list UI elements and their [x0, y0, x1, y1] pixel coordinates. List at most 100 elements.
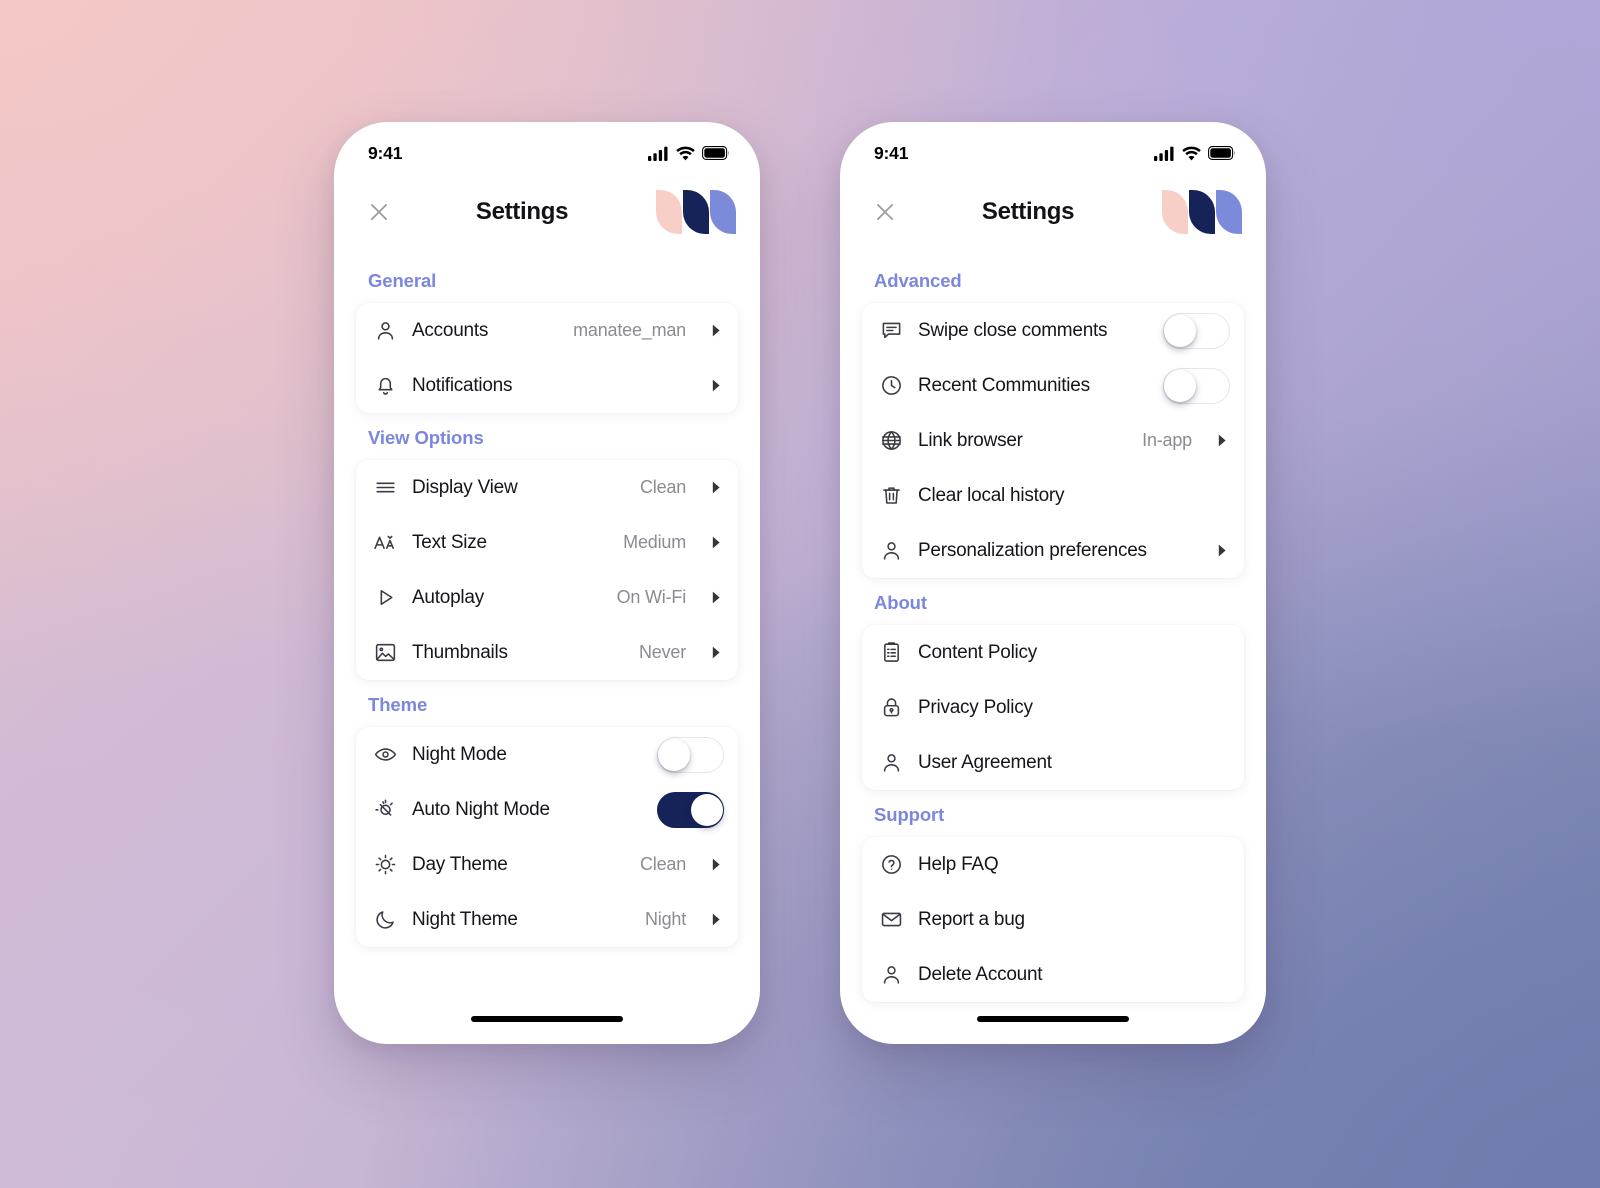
settings-row-label: Swipe close comments [918, 319, 1108, 341]
toggle-night-mode[interactable] [657, 736, 724, 773]
sun-icon [372, 852, 398, 878]
section-header-about: About [874, 592, 927, 613]
settings-row-personalization-preferences[interactable]: Personalization preferences [862, 523, 1244, 578]
settings-row-content-policy[interactable]: Content Policy [862, 625, 1244, 680]
phone-right: 9:41 Settings Advanced Swipe close comments… [840, 122, 1266, 1044]
toggle-swipe-close-comments[interactable] [1163, 312, 1230, 349]
person-icon [878, 962, 904, 988]
settings-row-thumbnails[interactable]: Thumbnails Never [356, 625, 738, 680]
trash-icon [878, 483, 904, 509]
chevron-right-icon [708, 324, 724, 337]
toggle-recent-communities[interactable] [1163, 367, 1230, 404]
wifi-icon [1182, 146, 1201, 160]
settings-row-label: Help FAQ [918, 853, 999, 875]
settings-row-clear-local-history[interactable]: Clear local history [862, 468, 1244, 523]
app-header: Settings [840, 176, 1266, 248]
app-logo [656, 190, 738, 234]
battery-icon [702, 146, 730, 160]
phone-left: 9:41 Settings General Accounts manatee_man No… [334, 122, 760, 1044]
question-icon [878, 852, 904, 878]
settings-row-label: Report a bug [918, 908, 1025, 930]
toggle-knob [658, 738, 690, 771]
cellular-signal-icon [648, 146, 669, 161]
home-indicator [977, 1016, 1129, 1022]
envelope-icon [878, 907, 904, 933]
status-icons [648, 146, 730, 161]
status-icons [1154, 146, 1236, 161]
settings-scroll[interactable]: General Accounts manatee_man Notifications V… [334, 248, 760, 1044]
play-icon [372, 585, 398, 611]
settings-row-delete-account[interactable]: Delete Account [862, 947, 1244, 1002]
chevron-right-icon [1214, 434, 1230, 447]
battery-icon [702, 146, 730, 160]
settings-row-link-browser[interactable]: Link browser In-app [862, 413, 1244, 468]
cellular-signal-icon [1154, 146, 1175, 161]
settings-row-label: Privacy Policy [918, 696, 1033, 718]
app-logo [1162, 190, 1244, 234]
settings-row-day-theme[interactable]: Day Theme Clean [356, 837, 738, 892]
wifi-icon [1182, 146, 1201, 161]
status-time: 9:41 [874, 142, 909, 163]
list-lines-icon [372, 475, 398, 501]
settings-row-display-view[interactable]: Display View Clean [356, 460, 738, 515]
toggle-knob [1164, 369, 1196, 402]
battery-icon [1208, 146, 1236, 160]
settings-card-view-options: Display View Clean Text Size Medium Autoplay… [356, 460, 738, 680]
section-header-view-options: View Options [368, 427, 484, 448]
settings-row-night-theme[interactable]: Night Theme Night [356, 892, 738, 947]
section-header-support: Support [874, 804, 945, 825]
person-icon [878, 750, 904, 776]
settings-row-label: Accounts [412, 319, 489, 341]
settings-row-auto-night-mode[interactable]: Auto Night Mode [356, 782, 738, 837]
person-icon [878, 538, 904, 564]
settings-row-privacy-policy[interactable]: Privacy Policy [862, 680, 1244, 735]
eye-icon [372, 742, 398, 768]
settings-row-accounts[interactable]: Accounts manatee_man [356, 303, 738, 358]
person-icon [372, 318, 398, 344]
settings-row-label: Autoplay [412, 586, 484, 608]
toggle-auto-night-mode[interactable] [657, 791, 724, 828]
settings-row-swipe-close-comments[interactable]: Swipe close comments [862, 303, 1244, 358]
settings-row-notifications[interactable]: Notifications [356, 358, 738, 413]
settings-row-label: Day Theme [412, 853, 508, 875]
image-icon [372, 640, 398, 666]
app-header: Settings [334, 176, 760, 248]
settings-row-value: In-app [1142, 430, 1192, 450]
settings-row-value: Medium [623, 532, 686, 552]
phones-stage: 9:41 Settings General Accounts manatee_man No… [0, 0, 1600, 1188]
text-size-icon [372, 530, 398, 556]
toggle-knob [1164, 314, 1196, 347]
bell-icon [372, 373, 398, 399]
status-bar: 9:41 [840, 122, 1266, 176]
settings-row-night-mode[interactable]: Night Mode [356, 727, 738, 782]
settings-row-autoplay[interactable]: Autoplay On Wi-Fi [356, 570, 738, 625]
status-bar: 9:41 [334, 122, 760, 176]
settings-row-text-size[interactable]: Text Size Medium [356, 515, 738, 570]
settings-row-label: Delete Account [918, 963, 1043, 985]
wifi-icon [676, 146, 695, 161]
settings-row-report-a-bug[interactable]: Report a bug [862, 892, 1244, 947]
section-header-theme: Theme [368, 694, 428, 715]
chevron-right-icon [708, 646, 724, 659]
chevron-right-icon [708, 591, 724, 604]
settings-row-label: Text Size [412, 531, 487, 553]
moon-icon [372, 907, 398, 933]
toggle-knob [691, 793, 723, 826]
chevron-right-icon [708, 481, 724, 494]
settings-row-label: Night Theme [412, 908, 518, 930]
logo-leaf-blue [710, 190, 736, 234]
settings-row-label: Clear local history [918, 484, 1065, 506]
section-header-general: General [368, 270, 437, 291]
settings-scroll[interactable]: Advanced Swipe close comments Recent Commu… [840, 248, 1266, 1044]
settings-row-help-faq[interactable]: Help FAQ [862, 837, 1244, 892]
settings-card-about: Content Policy Privacy Policy User Agreeme… [862, 625, 1244, 790]
settings-row-value: Clean [639, 477, 686, 497]
clock-icon [878, 373, 904, 399]
auto-night-icon [372, 797, 398, 823]
settings-row-label: Content Policy [918, 641, 1038, 663]
settings-row-label: User Agreement [918, 751, 1052, 773]
settings-row-user-agreement[interactable]: User Agreement [862, 735, 1244, 790]
settings-row-recent-communities[interactable]: Recent Communities [862, 358, 1244, 413]
clipboard-icon [878, 640, 904, 666]
settings-row-value: Never [638, 642, 686, 662]
